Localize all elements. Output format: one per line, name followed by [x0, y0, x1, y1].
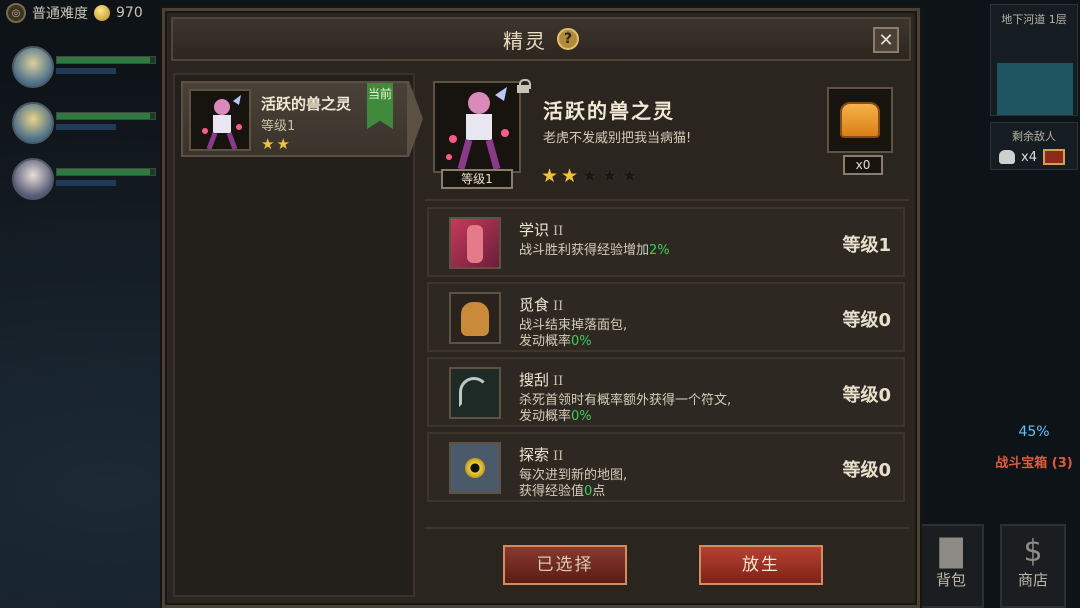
hero-mp-bar — [56, 68, 116, 74]
skill-name: 学识 II — [519, 221, 564, 239]
hero-hp-bar — [56, 112, 156, 120]
right-sidebar: 地下河道 1层 剩余敌人 x4 45% 战斗宝箱 (3) — [988, 0, 1080, 608]
remaining-enemies-count: x4 — [1021, 149, 1037, 165]
portrait-level-tag: 等级1 — [441, 169, 513, 189]
skill-name: 觅食 II — [519, 296, 564, 314]
selection-arrow — [409, 81, 423, 157]
bread-item-slot[interactable] — [827, 87, 893, 153]
help-icon[interactable]: ? — [557, 28, 579, 50]
remaining-enemies-panel: 剩余敌人 x4 — [990, 122, 1078, 170]
shop-button[interactable]: $ 商店 — [1000, 524, 1066, 608]
detail-header: 等级1 活跃的兽之灵 老虎不发威别把我当病猫! ★★★★★ x0 — [425, 73, 909, 201]
detail-stars: ★★★★★ — [541, 165, 641, 187]
skill-row: 觅食 II 战斗结束掉落面包, 发动概率0% 等级0 — [427, 282, 905, 352]
spirit-stars: ★★ — [261, 135, 292, 153]
skill-description: 杀死首领时有概率额外获得一个符文, 发动概率0% — [519, 393, 732, 424]
hero-mp-bar — [56, 124, 116, 130]
skill-value: 0% — [571, 409, 592, 424]
bread-icon — [840, 102, 880, 138]
close-button[interactable]: ✕ — [873, 27, 899, 53]
selected-button[interactable]: 已选择 — [503, 545, 627, 585]
skill-row: 探索 II 每次进到新的地图, 获得经验值0点 等级0 — [427, 432, 905, 502]
remaining-enemies-label: 剩余敌人 — [1012, 130, 1056, 143]
skill-rank: II — [553, 374, 564, 389]
difficulty-label: 普通难度 — [32, 6, 88, 22]
hero-slot[interactable] — [6, 154, 158, 204]
spirit-list: 活跃的兽之灵 等级1 ★★ 当前 — [173, 73, 423, 597]
dollar-icon: $ — [1023, 534, 1043, 569]
skill-rank: II — [553, 299, 564, 314]
coin-icon — [94, 5, 110, 21]
spirit-level: 等级1 — [261, 119, 296, 134]
release-button[interactable]: 放生 — [699, 545, 823, 585]
owl-skill-icon — [449, 442, 501, 494]
skill-description: 战斗结束掉落面包, 发动概率0% — [519, 318, 628, 349]
detail-description: 老虎不发威别把我当病猫! — [543, 131, 692, 146]
skill-list: 学识 II 战斗胜利获得经验增加2% 等级1 觅食 II 战斗结束掉落面包, 发动概率… — [425, 207, 909, 507]
panel-title: 精灵 — [503, 28, 547, 53]
spirit-thumbnail — [189, 89, 251, 151]
skill-name: 搜刮 II — [519, 371, 564, 389]
detail-name: 活跃的兽之灵 — [543, 99, 675, 123]
lock-icon[interactable] — [517, 79, 531, 93]
hero-slot[interactable] — [6, 98, 158, 148]
gingerbread-skill-icon — [449, 292, 501, 344]
top-status-bar: ◎ 普通难度 970 — [0, 0, 170, 26]
hero-party — [6, 42, 158, 210]
skill-level: 等级0 — [842, 310, 891, 331]
difficulty-icon: ◎ — [6, 3, 26, 23]
minimap-area — [997, 63, 1073, 115]
treasure-chest-icon — [1042, 149, 1065, 165]
spirit-panel: 精灵 ? ✕ 活跃的兽之灵 等级1 ★★ 当前 等级1 活跃的兽之灵 老虎不发威… — [162, 8, 920, 608]
floor-label: 地下河道 1层 — [1001, 13, 1067, 26]
skill-value: 0% — [571, 334, 592, 349]
battle-chest[interactable]: 45% 战斗宝箱 (3) — [988, 402, 1080, 471]
skill-rank: II — [553, 224, 564, 239]
skill-value: 2% — [649, 243, 670, 258]
hero-avatar — [12, 158, 54, 200]
scholar-skill-icon — [449, 217, 501, 269]
panel-title-bar: 精灵 ? ✕ — [171, 17, 911, 61]
skill-level: 等级0 — [842, 385, 891, 406]
bag-label: 背包 — [935, 571, 966, 589]
bag-icon: ▇ — [939, 534, 963, 569]
hero-avatar — [12, 102, 54, 144]
hook-skill-icon — [449, 367, 501, 419]
minimap[interactable]: 地下河道 1层 — [990, 4, 1078, 116]
bread-count: x0 — [843, 155, 883, 175]
coin-count: 970 — [116, 5, 143, 21]
action-buttons: 已选择 放生 — [425, 527, 909, 597]
spirit-portrait — [433, 81, 521, 173]
empty-stars: ★★★ — [581, 165, 642, 187]
hero-hp-bar — [56, 56, 156, 64]
filled-stars: ★★ — [541, 165, 582, 187]
battle-chest-progress: 45% — [1018, 424, 1050, 440]
skill-row: 搜刮 II 杀死首领时有概率额外获得一个符文, 发动概率0% 等级0 — [427, 357, 905, 427]
battle-chest-label: 战斗宝箱 (3) — [995, 456, 1073, 471]
hero-hp-bar — [56, 168, 156, 176]
spirit-detail: 等级1 活跃的兽之灵 老虎不发威别把我当病猫! ★★★★★ x0 学识 II 战斗… — [425, 73, 909, 597]
skill-description: 战斗胜利获得经验增加2% — [519, 243, 670, 258]
skill-level: 等级0 — [842, 460, 891, 481]
skill-name: 探索 II — [519, 446, 564, 464]
current-tag: 当前 — [367, 83, 393, 129]
hero-mp-bar — [56, 180, 116, 186]
spirit-name: 活跃的兽之灵 — [261, 95, 352, 113]
skill-row: 学识 II 战斗胜利获得经验增加2% 等级1 — [427, 207, 905, 277]
hero-avatar — [12, 46, 54, 88]
shop-label: 商店 — [1017, 571, 1048, 589]
hero-slot[interactable] — [6, 42, 158, 92]
skill-description: 每次进到新的地图, 获得经验值0点 — [519, 468, 628, 499]
skill-rank: II — [553, 449, 564, 464]
skill-level: 等级1 — [842, 235, 891, 256]
spirit-list-item[interactable]: 活跃的兽之灵 等级1 ★★ 当前 — [181, 81, 423, 157]
skull-icon — [999, 150, 1015, 164]
bag-button[interactable]: ▇ 背包 — [918, 524, 984, 608]
